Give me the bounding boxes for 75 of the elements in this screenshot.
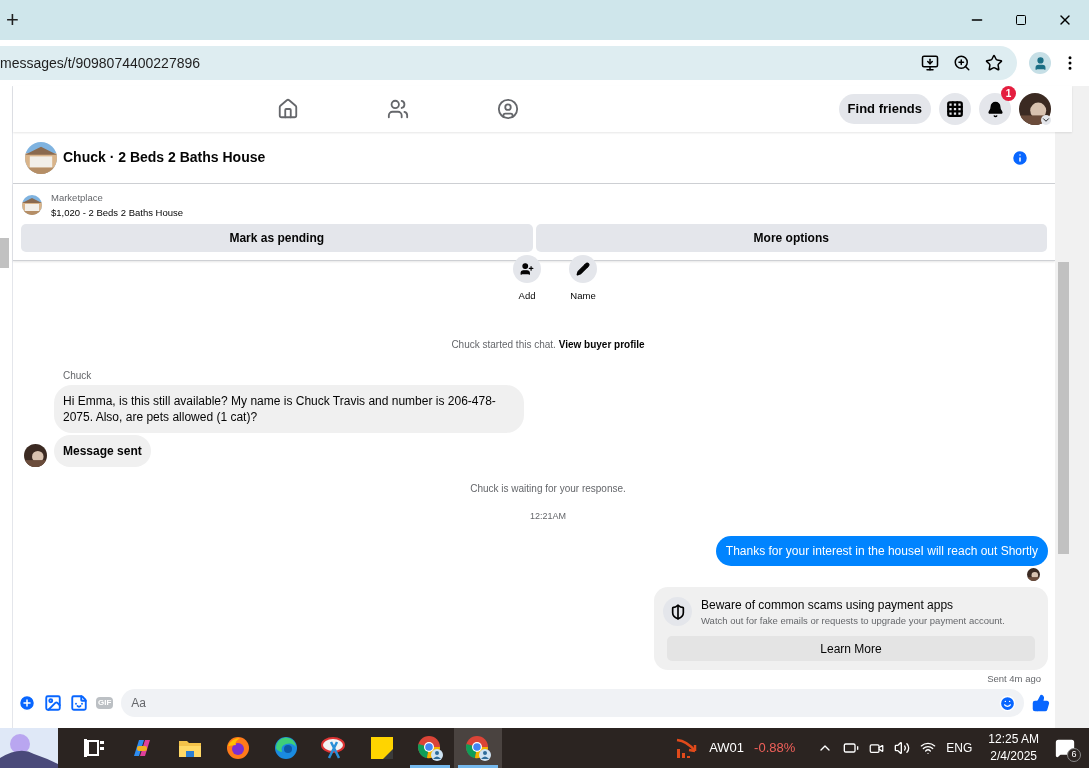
message-bubble: Message sent bbox=[54, 435, 151, 468]
add-person-button[interactable] bbox=[513, 255, 541, 283]
listing-title: $1,020 - 2 Beds 2 Baths House bbox=[51, 206, 184, 220]
taskbar-app[interactable] bbox=[454, 728, 502, 768]
warning-text: Watch out for fake emails or requests to upgrade your payment account. bbox=[701, 613, 1005, 628]
chat-notice: Chuck started this chat. View buyer profile bbox=[451, 338, 645, 353]
menu-grid-icon[interactable] bbox=[939, 93, 971, 125]
firefox-icon[interactable] bbox=[226, 736, 250, 760]
stock-change: -0.88% bbox=[754, 739, 796, 758]
listing-thumbnail bbox=[22, 195, 42, 215]
shortcut-label: Add bbox=[518, 289, 536, 303]
zoom-icon[interactable] bbox=[953, 54, 971, 72]
battery-icon[interactable] bbox=[843, 740, 860, 756]
message-status: Sent 4m ago bbox=[987, 672, 1041, 686]
add-icon[interactable] bbox=[18, 694, 36, 712]
info-icon[interactable] bbox=[1011, 148, 1029, 167]
snipping-tool-icon[interactable] bbox=[321, 736, 347, 760]
sticker-icon[interactable] bbox=[70, 694, 88, 712]
running-indicator bbox=[458, 765, 498, 768]
notification-count: 6 bbox=[1067, 748, 1081, 762]
clock[interactable]: 12:25 AM 2/4/2025 bbox=[988, 731, 1039, 765]
home-icon[interactable] bbox=[277, 98, 299, 120]
profile-icon[interactable] bbox=[1029, 52, 1051, 74]
volume-icon[interactable] bbox=[894, 740, 911, 756]
sender-name: Chuck bbox=[63, 369, 93, 384]
edge-icon[interactable] bbox=[274, 736, 298, 760]
like-icon[interactable] bbox=[1032, 694, 1050, 712]
message-input[interactable]: Aa bbox=[121, 689, 1024, 717]
bookmark-star-icon[interactable] bbox=[985, 54, 1003, 72]
restore-icon[interactable] bbox=[1015, 14, 1027, 26]
sticky-notes-icon[interactable] bbox=[371, 737, 393, 759]
message-field[interactable]: Aa bbox=[131, 694, 999, 712]
view-profile-link[interactable]: View buyer profile bbox=[558, 339, 645, 351]
chat-notice: Chuck is waiting for your response. bbox=[470, 482, 626, 497]
learn-more-button[interactable]: Learn More bbox=[667, 636, 1035, 661]
sender-avatar bbox=[24, 444, 47, 468]
message-bubble: Thanks for your interest in the houseI will reach out Shortly bbox=[715, 535, 1048, 566]
listing-source: Marketplace bbox=[51, 191, 104, 205]
chat-title: Chuck · 2 Beds 2 Baths House bbox=[63, 148, 266, 167]
pencil-icon[interactable] bbox=[576, 262, 590, 276]
emoji-icon[interactable] bbox=[999, 694, 1016, 712]
new-tab-button[interactable]: + bbox=[6, 9, 19, 31]
read-receipt-avatar bbox=[1027, 567, 1040, 581]
stock-symbol: AW01 bbox=[709, 739, 745, 758]
listing-action-button[interactable]: Mark as pending bbox=[21, 224, 533, 252]
listing-avatar bbox=[25, 141, 57, 174]
weather-widget-icon[interactable] bbox=[0, 728, 58, 768]
photo-icon[interactable] bbox=[44, 694, 62, 712]
notification-badge: 1 bbox=[1001, 86, 1016, 101]
bell-icon[interactable] bbox=[986, 100, 1004, 118]
chat-scrollbar[interactable] bbox=[1058, 262, 1069, 554]
shield-icon bbox=[663, 597, 692, 627]
find-friends-button[interactable]: Find friends bbox=[838, 94, 931, 124]
page-scrollbar-track[interactable] bbox=[1072, 86, 1089, 728]
page-scrollbar[interactable] bbox=[0, 238, 9, 268]
edit-name-button[interactable] bbox=[569, 255, 597, 283]
groups-icon[interactable] bbox=[497, 98, 519, 120]
timestamp: 12:21AM bbox=[530, 510, 566, 524]
running-indicator bbox=[410, 765, 450, 768]
message-bubble: Hi Emma, is this still available? My name is Chuck Travis and number is 206-478-2075. Also, are pets allowed (1 cat)? bbox=[54, 385, 524, 434]
wifi-icon[interactable] bbox=[920, 740, 937, 756]
chrome-icon[interactable] bbox=[417, 735, 443, 761]
address-bar[interactable]: messages/t/9098074400227896 bbox=[0, 46, 1017, 80]
install-app-icon[interactable] bbox=[921, 54, 939, 72]
listing-action-button[interactable]: More options bbox=[535, 224, 1047, 252]
task-view-icon[interactable] bbox=[83, 738, 105, 758]
language-indicator[interactable]: ENG bbox=[946, 739, 973, 757]
friends-icon[interactable] bbox=[387, 98, 409, 120]
add-person-icon[interactable] bbox=[520, 262, 534, 276]
warning-title: Beware of common scams using payment apps bbox=[701, 596, 955, 614]
shortcut-label: Name bbox=[570, 289, 596, 303]
chrome-icon[interactable] bbox=[465, 735, 491, 761]
chevron-icon[interactable] bbox=[1041, 115, 1051, 125]
url-text: messages/t/9098074400227896 bbox=[0, 53, 201, 73]
profile-avatar bbox=[1019, 93, 1051, 125]
